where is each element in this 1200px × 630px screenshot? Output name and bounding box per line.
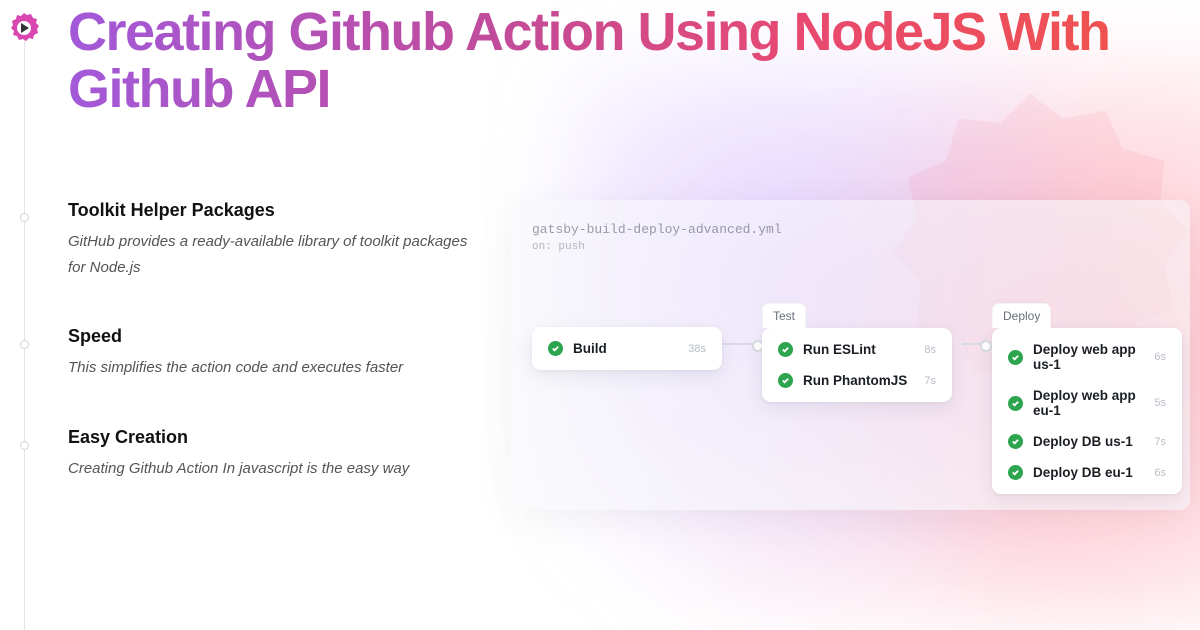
step-duration: 6s [1154, 467, 1166, 479]
workflow-panel: gatsby-build-deploy-advanced.yml on: pus… [510, 200, 1190, 510]
timeline-dot [20, 213, 29, 222]
workflow-step: Run ESLint 8s [768, 334, 946, 365]
feature-heading: Easy Creation [68, 427, 468, 448]
check-icon [1008, 465, 1023, 480]
connector-line [962, 343, 990, 345]
page-title: Creating Github Action Using NodeJS With… [68, 4, 1128, 117]
stage-card: Run ESLint 8s Run PhantomJS 7s [762, 328, 952, 402]
workflow-step: Build 38s [538, 333, 716, 364]
stage-test: Test Run ESLint 8s Run PhantomJS 7s [762, 303, 952, 402]
stage-label: Test [762, 303, 806, 328]
workflow-step: Deploy DB us-1 7s [998, 426, 1176, 457]
stage-card: Build 38s [532, 327, 722, 370]
workflow-trigger: on: push [532, 241, 1168, 253]
step-duration: 8s [924, 344, 936, 356]
step-duration: 7s [1154, 436, 1166, 448]
feature-desc: This simplifies the action code and exec… [68, 355, 468, 381]
feature-item: Speed This simplifies the action code an… [68, 326, 468, 381]
step-duration: 7s [924, 375, 936, 387]
step-name: Deploy DB eu-1 [1033, 465, 1133, 480]
timeline-line [24, 20, 25, 630]
features-list: Toolkit Helper Packages GitHub provides … [68, 200, 468, 527]
step-name: Build [573, 341, 607, 356]
step-name: Deploy web app eu-1 [1033, 388, 1144, 418]
step-name: Deploy DB us-1 [1033, 434, 1133, 449]
step-duration: 6s [1154, 351, 1166, 363]
stage-label: Deploy [992, 303, 1051, 328]
timeline-dot [20, 441, 29, 450]
step-name: Deploy web app us-1 [1033, 342, 1144, 372]
check-icon [548, 341, 563, 356]
step-duration: 38s [688, 343, 706, 355]
check-icon [1008, 434, 1023, 449]
workflow-step: Deploy web app us-1 6s [998, 334, 1176, 380]
workflow-step: Run PhantomJS 7s [768, 365, 946, 396]
check-icon [1008, 350, 1023, 365]
timeline-dot [20, 340, 29, 349]
feature-desc: GitHub provides a ready-available librar… [68, 229, 468, 280]
workflow-step: Deploy web app eu-1 5s [998, 380, 1176, 426]
feature-heading: Toolkit Helper Packages [68, 200, 468, 221]
feature-item: Easy Creation Creating Github Action In … [68, 427, 468, 482]
step-name: Run PhantomJS [803, 373, 907, 388]
connector-line [722, 343, 762, 345]
stage-deploy: Deploy Deploy web app us-1 6s Deploy web… [992, 303, 1182, 494]
step-duration: 5s [1154, 397, 1166, 409]
check-icon [778, 342, 793, 357]
feature-heading: Speed [68, 326, 468, 347]
check-icon [1008, 396, 1023, 411]
stage-card: Deploy web app us-1 6s Deploy web app eu… [992, 328, 1182, 494]
stage-build: Build 38s [532, 327, 722, 370]
workflow-filename: gatsby-build-deploy-advanced.yml [532, 222, 1168, 237]
gear-icon [6, 10, 42, 46]
workflow-step: Deploy DB eu-1 6s [998, 457, 1176, 488]
step-name: Run ESLint [803, 342, 876, 357]
feature-desc: Creating Github Action In javascript is … [68, 456, 468, 482]
workflow-stages: Build 38s Test Run ESLint 8s Run Phantom… [532, 293, 1168, 493]
check-icon [778, 373, 793, 388]
feature-item: Toolkit Helper Packages GitHub provides … [68, 200, 468, 280]
